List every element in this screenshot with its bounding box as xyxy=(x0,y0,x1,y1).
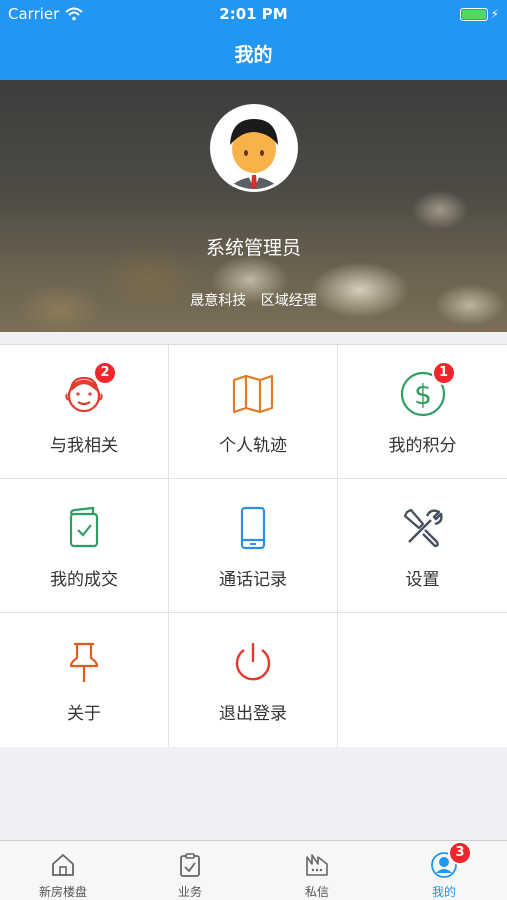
profile-banner: 系统管理员 晟意科技 区域经理 xyxy=(0,80,507,332)
battery-indicator: ⚡ xyxy=(459,7,499,21)
message-icon xyxy=(306,854,328,876)
pin-icon xyxy=(69,642,99,682)
tab-messages[interactable]: 私信 xyxy=(254,841,380,900)
company-name: 晟意科技 xyxy=(190,293,247,309)
tools-icon xyxy=(403,508,443,548)
home-icon xyxy=(52,854,74,876)
status-time: 2:01 PM xyxy=(219,5,288,23)
top-bar: Carrier 2:01 PM ⚡ 我的 xyxy=(0,0,507,80)
clipboard-icon xyxy=(180,853,200,877)
map-icon xyxy=(232,374,274,414)
menu-label: 我的积分 xyxy=(388,436,457,456)
user-meta: 晟意科技 区域经理 xyxy=(0,290,507,310)
power-icon xyxy=(235,643,271,681)
tab-label: 我的 xyxy=(431,885,456,899)
tab-label: 业务 xyxy=(177,885,202,899)
svg-text:$: $ xyxy=(414,378,432,411)
menu-grid: 2 与我相关 个人轨迹 $ 1 我的积分 我的成交 通话记录 设置 关于 退出登… xyxy=(0,344,507,747)
phone-icon xyxy=(240,506,266,550)
menu-label: 个人轨迹 xyxy=(219,436,287,456)
points-badge: 1 xyxy=(431,361,456,385)
menu-item-logout[interactable]: 退出登录 xyxy=(169,613,338,747)
related-badge: 2 xyxy=(93,361,117,385)
charging-icon: ⚡ xyxy=(490,7,499,21)
menu-item-settings[interactable]: 设置 xyxy=(338,479,507,613)
menu-item-track[interactable]: 个人轨迹 xyxy=(169,345,338,479)
tab-bar: 新房楼盘 业务 私信 3 我的 xyxy=(0,840,507,900)
tab-label: 新房楼盘 xyxy=(38,885,87,899)
user-role: 区域经理 xyxy=(260,293,317,309)
menu-item-about[interactable]: 关于 xyxy=(0,613,169,747)
menu-label: 关于 xyxy=(67,704,101,724)
tab-new-homes[interactable]: 新房楼盘 xyxy=(0,841,126,900)
deal-icon xyxy=(69,506,99,548)
menu-item-calls[interactable]: 通话记录 xyxy=(169,479,338,613)
menu-item-deals[interactable]: 我的成交 xyxy=(0,479,169,613)
menu-label: 与我相关 xyxy=(50,436,118,456)
menu-item-related[interactable]: 2 与我相关 xyxy=(0,345,169,479)
tab-label: 私信 xyxy=(304,885,329,899)
menu-label: 我的成交 xyxy=(50,570,118,590)
tab-business[interactable]: 业务 xyxy=(127,841,253,900)
tab-mine[interactable]: 3 我的 xyxy=(381,841,507,900)
avatar-icon xyxy=(213,107,295,189)
battery-icon xyxy=(459,7,488,21)
avatar[interactable] xyxy=(210,104,298,192)
menu-label: 通话记录 xyxy=(219,570,287,590)
menu-item-points[interactable]: $ 1 我的积分 xyxy=(338,345,507,479)
empty-cell xyxy=(338,613,507,747)
user-name: 系统管理员 xyxy=(205,237,301,259)
menu-label: 退出登录 xyxy=(219,704,287,724)
menu-label: 设置 xyxy=(405,570,440,590)
status-bar: Carrier 2:01 PM ⚡ xyxy=(0,0,507,28)
page-title: 我的 xyxy=(234,44,273,66)
tab-mine-badge: 3 xyxy=(448,841,472,865)
